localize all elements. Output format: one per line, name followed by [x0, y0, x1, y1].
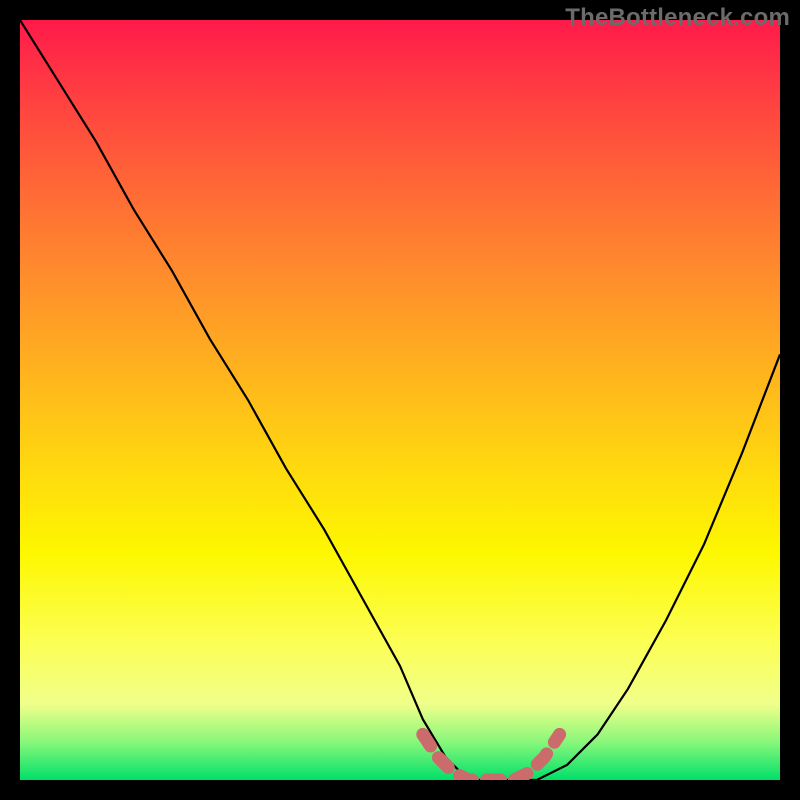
- chart-plot-area: [20, 20, 780, 780]
- chart-svg: [20, 20, 780, 780]
- watermark-text: TheBottleneck.com: [565, 4, 790, 32]
- chart-frame: TheBottleneck.com: [0, 0, 800, 800]
- optimal-range-marker: [423, 734, 560, 780]
- bottleneck-curve-line: [20, 20, 780, 780]
